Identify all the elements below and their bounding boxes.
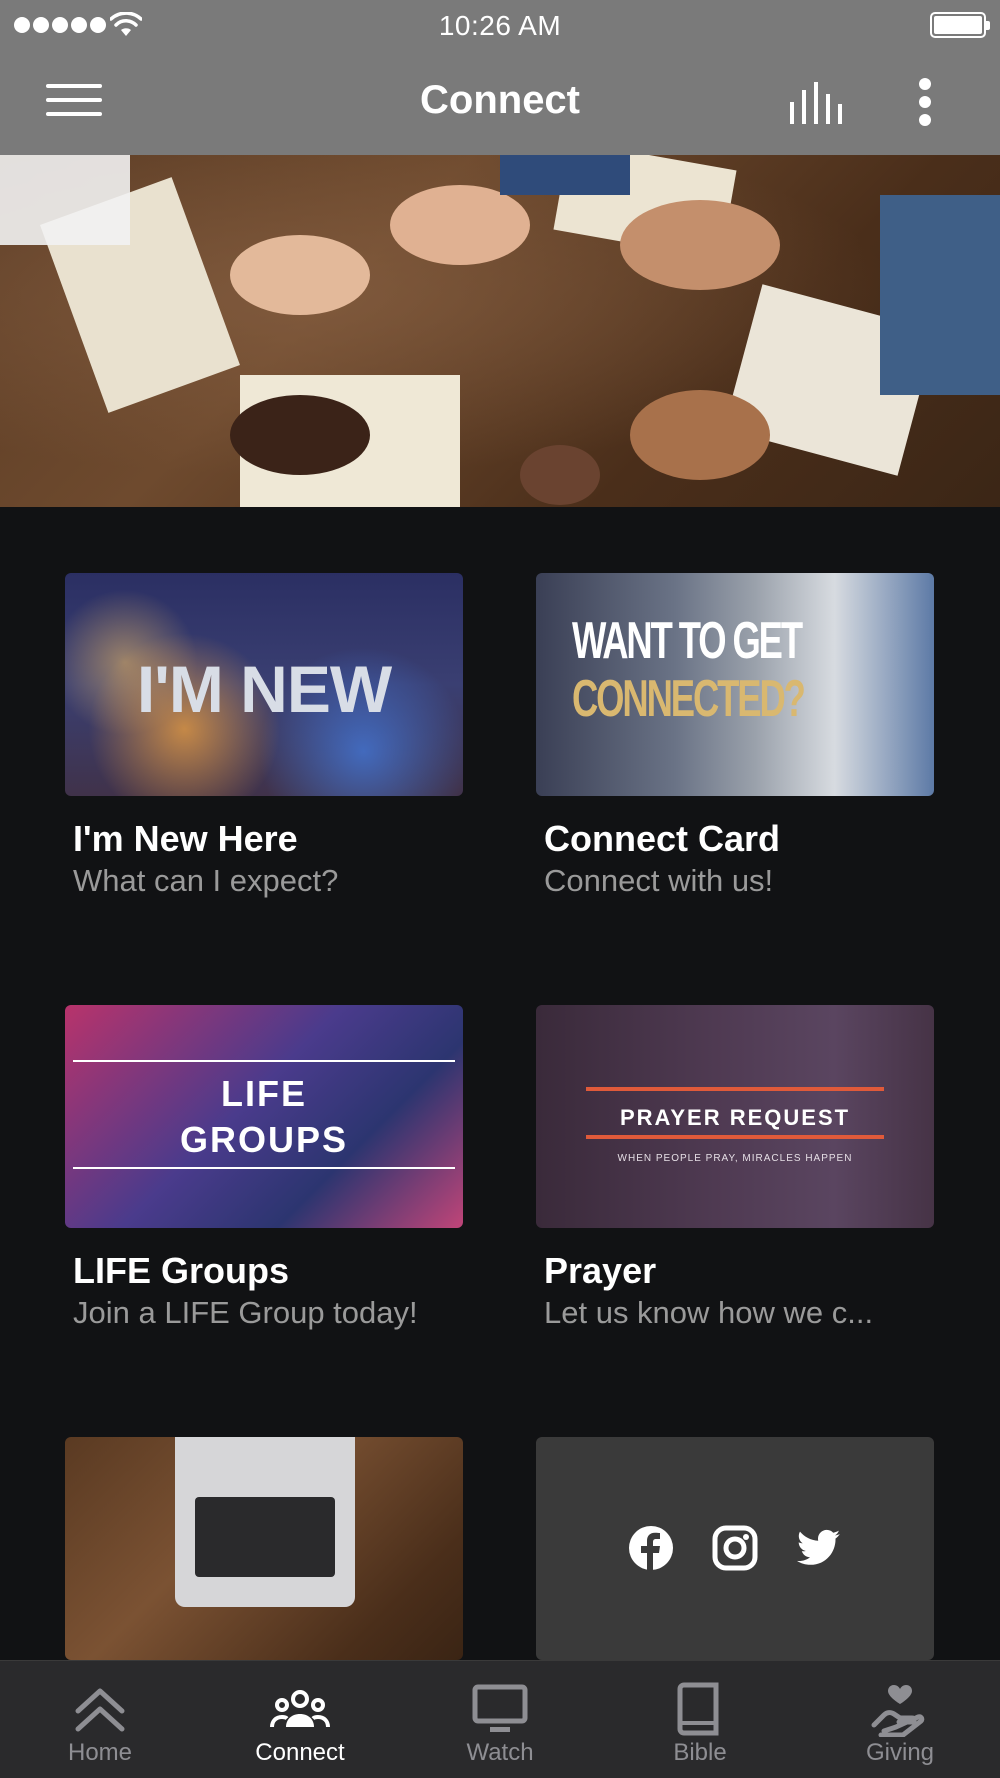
life-image-text-1: LIFE — [221, 1073, 307, 1114]
tab-home[interactable]: Home — [0, 1661, 200, 1778]
tile-life-groups[interactable]: LIFE GROUPS LIFE Groups Join a LIFE Grou… — [65, 1005, 463, 1330]
tab-connect[interactable]: Connect — [200, 1661, 400, 1778]
bottom-tab-bar: Home Connect Watch Bible Giving — [0, 1660, 1000, 1778]
prayer-request-image[interactable]: PRAYER REQUEST WHEN PEOPLE PRAY, MIRACLE… — [536, 1005, 934, 1228]
hand-heart-icon — [871, 1685, 925, 1737]
connect-card-image[interactable]: WANT TO GET CONNECTED? — [536, 573, 934, 796]
tile-subtitle: What can I expect? — [73, 863, 339, 898]
tile-subtitle: Join a LIFE Group today! — [73, 1295, 418, 1330]
status-bar: 10:26 AM — [0, 0, 1000, 50]
tile-online[interactable] — [65, 1437, 463, 1660]
tab-watch[interactable]: Watch — [400, 1661, 600, 1778]
life-groups-image[interactable]: LIFE GROUPS — [65, 1005, 463, 1228]
life-image-text-2: GROUPS — [179, 1119, 349, 1160]
divider-line — [586, 1135, 884, 1139]
tile-prayer[interactable]: PRAYER REQUEST WHEN PEOPLE PRAY, MIRACLE… — [536, 1005, 934, 1330]
prayer-image-text-1: PRAYER REQUEST — [619, 1105, 851, 1130]
divider-line — [73, 1167, 455, 1169]
tile-title: Prayer — [544, 1250, 657, 1291]
tile-social-links — [536, 1437, 934, 1660]
facebook-icon[interactable] — [628, 1525, 674, 1571]
tile-connect-card[interactable]: WANT TO GET CONNECTED? Connect Card Conn… — [536, 573, 934, 898]
keyboard-shape — [195, 1497, 335, 1577]
tile-im-new-here[interactable]: I'M NEW I'm New Here What can I expect? — [65, 573, 463, 898]
im-new-image[interactable]: I'M NEW — [65, 573, 463, 796]
tab-label: Bible — [673, 1739, 727, 1766]
tab-label: Watch — [466, 1739, 534, 1766]
battery-icon — [930, 12, 990, 38]
status-time: 10:26 AM — [438, 10, 562, 41]
tab-label: Connect — [255, 1739, 345, 1766]
tab-giving[interactable]: Giving — [800, 1661, 1000, 1778]
twitter-icon[interactable] — [796, 1525, 842, 1571]
chevron-up-double-icon — [75, 1688, 125, 1732]
tab-label: Giving — [865, 1739, 935, 1766]
nav-bar: Connect — [0, 50, 1000, 155]
tab-label: Home — [67, 1739, 133, 1766]
page-title: Connect — [420, 78, 580, 122]
divider-line — [73, 1060, 455, 1062]
tv-icon — [472, 1684, 528, 1732]
prayer-image-text-2: WHEN PEOPLE PRAY, MIRACLES HAPPEN — [617, 1153, 853, 1164]
hero-photo-praying-hands — [0, 155, 1000, 507]
tile-subtitle: Connect with us! — [544, 863, 774, 898]
social-links-card — [536, 1437, 934, 1660]
tile-title: Connect Card — [544, 818, 781, 859]
hero-image — [0, 155, 1000, 507]
app-screen: 10:26 AM Connect I'M NEW I'm New Here Wh… — [0, 0, 1000, 1778]
tile-title: LIFE Groups — [73, 1250, 289, 1291]
audio-bars-icon[interactable] — [788, 80, 848, 126]
im-new-image-text: I'M NEW — [136, 652, 392, 726]
people-icon — [270, 1690, 330, 1728]
tile-title: I'm New Here — [73, 818, 298, 859]
more-options-icon[interactable] — [910, 76, 940, 128]
laptop-image[interactable] — [65, 1437, 463, 1660]
tile-subtitle: Let us know how we c... — [544, 1295, 874, 1330]
connect-image-text-1: WANT TO GET — [572, 612, 803, 670]
divider-line — [586, 1087, 884, 1091]
tab-bible[interactable]: Bible — [600, 1661, 800, 1778]
instagram-icon[interactable] — [712, 1525, 758, 1571]
connect-image-text-2: CONNECTED? — [572, 670, 806, 728]
book-icon — [677, 1682, 719, 1736]
